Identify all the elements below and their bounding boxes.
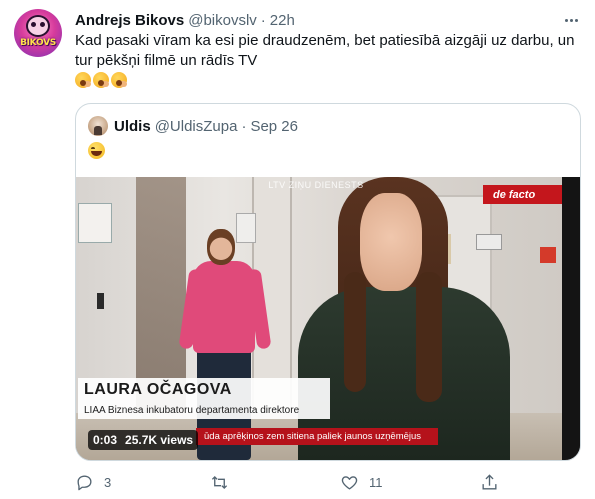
avatar-eye-icon <box>40 22 45 27</box>
video-scene-sign <box>78 203 112 243</box>
quoted-tweet[interactable]: Uldis @UldisZupa · Sep 26 LTV ZIŅU DIENE… <box>75 103 581 461</box>
tweet[interactable]: BIKOVS Andrejs Bikovs @bikovslv · 22h Ka… <box>0 0 595 499</box>
quoted-avatar <box>88 116 108 136</box>
quoted-timestamp: Sep 26 <box>250 117 298 135</box>
share-button[interactable] <box>480 470 509 494</box>
video-duration: 0:03 <box>93 433 118 447</box>
yawning-face-icon <box>111 72 127 88</box>
avatar[interactable]: BIKOVS <box>14 9 62 57</box>
reply-count: 3 <box>104 474 112 490</box>
reply-icon <box>77 474 92 490</box>
more-options-button[interactable] <box>560 10 582 30</box>
video-edge-bar <box>562 177 580 460</box>
separator-dot: · <box>241 117 247 135</box>
more-dot-icon <box>564 18 568 22</box>
tweet-text: Kad pasaki vīram ka esi pie draudzenēm, … <box>75 32 575 69</box>
video-person-background <box>207 229 235 265</box>
reply-button[interactable]: 3 <box>75 470 111 494</box>
video-person-foreground <box>416 272 442 402</box>
grinning-face-icon <box>88 142 105 159</box>
avatar-eye-icon <box>31 22 36 27</box>
tweet-timestamp[interactable]: 22h <box>270 12 295 29</box>
retweet-button[interactable] <box>210 470 239 494</box>
video-ticker: ūda aprēķinos zem sitiena paliek jaunos … <box>196 428 438 445</box>
like-button[interactable]: 11 <box>340 470 383 494</box>
quoted-author-name: Uldis <box>114 117 151 135</box>
video-lower-third-role: LIAA Biznesa inkubatoru departamenta dir… <box>78 402 330 419</box>
quoted-tweet-header: Uldis @UldisZupa · Sep 26 <box>88 116 298 136</box>
separator-dot: · <box>260 11 266 29</box>
author-handle[interactable]: @bikovslv <box>188 12 257 29</box>
video-scene-picture <box>476 234 502 250</box>
video-stats-badge: 0:03 25.7K views <box>88 430 199 450</box>
video-show-logo: de facto <box>483 185 562 204</box>
video-person-background <box>193 261 255 353</box>
video-views: 25.7K views <box>125 433 194 447</box>
video-person-foreground <box>344 272 366 392</box>
video-person-foreground <box>360 193 422 291</box>
more-dot-icon <box>574 18 578 22</box>
video-scene-switch <box>97 293 104 309</box>
heart-icon <box>341 475 358 490</box>
yawning-face-icon <box>75 72 91 88</box>
video-lower-third-name: LAURA OČAGOVA <box>78 378 330 402</box>
like-count: 11 <box>369 474 383 490</box>
video-player[interactable]: LTV ZIŅU DIENESTS de facto LAURA OČAGOVA… <box>76 177 580 460</box>
video-channel-bug: LTV ZIŅU DIENESTS <box>268 180 364 190</box>
share-icon <box>482 473 497 490</box>
quoted-author-handle: @UldisZupa <box>154 117 238 135</box>
author-name[interactable]: Andrejs Bikovs <box>75 12 184 29</box>
video-scene-exit-sign <box>540 247 556 263</box>
more-dot-icon <box>569 18 573 22</box>
tweet-header: Andrejs Bikovs @bikovslv · 22h <box>75 10 295 30</box>
tweet-emojis <box>75 72 127 92</box>
avatar-face-icon <box>26 15 50 37</box>
video-scene-panel <box>236 213 256 243</box>
tweet-actions: 3 11 <box>75 470 497 494</box>
yawning-face-icon <box>93 72 109 88</box>
retweet-icon <box>211 475 228 489</box>
avatar-logo-text: BIKOVS <box>20 38 56 48</box>
